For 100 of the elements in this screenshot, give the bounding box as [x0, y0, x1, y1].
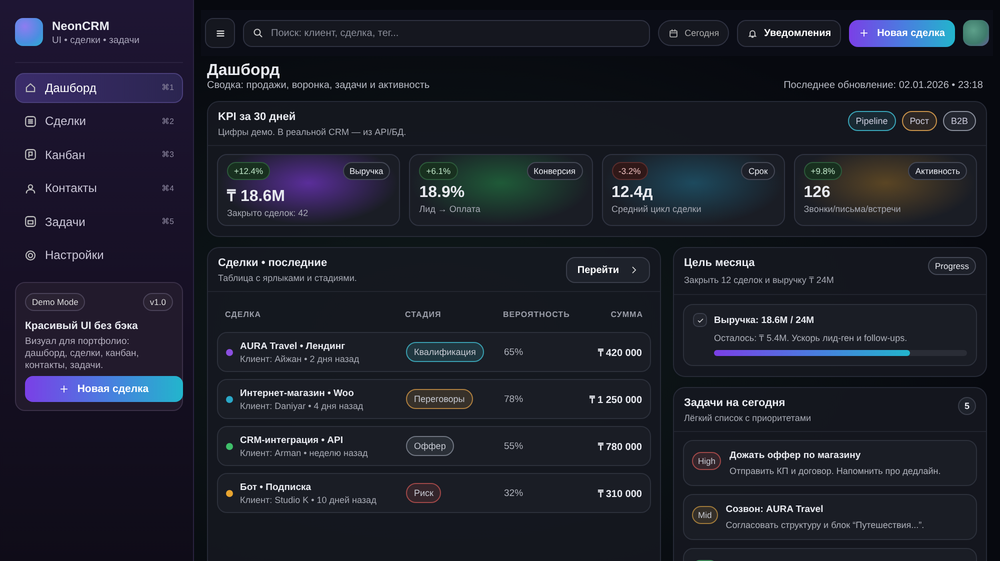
kpi-value: 126 — [804, 184, 832, 202]
deal-client: Клиент: Айжан • 2 дня назад — [240, 354, 360, 364]
filter-tag[interactable]: Pipeline — [848, 111, 896, 131]
metric-tag: Срок — [741, 162, 775, 180]
notifications-button[interactable]: Уведомления — [737, 20, 842, 46]
delta-badge: +12.4% — [227, 162, 270, 180]
deal-amount: ₸ 310 000 — [597, 488, 642, 500]
shortcut-hint: ⌘1 — [162, 83, 174, 92]
kpi-value: 12.4д — [612, 184, 654, 202]
panel-subtitle: Лёгкий список с приоритетами — [684, 413, 812, 423]
stage-tag: Оффер — [406, 436, 454, 456]
probability: 78% — [504, 394, 524, 404]
deal-row[interactable]: CRM-интеграция • API Клиент: Arman • неделю назад Оффер 55% ₸ 780 000 — [217, 426, 651, 466]
probability: 32% — [504, 488, 524, 498]
priority-tag: Mid — [692, 506, 718, 524]
brand-name: NeonCRM — [52, 18, 110, 32]
nav-item[interactable]: Сделки ⌘2 — [15, 106, 183, 136]
mode-badge: Demo Mode — [25, 293, 86, 311]
settings-icon — [24, 248, 37, 262]
plus-icon — [859, 28, 870, 38]
probability: 65% — [504, 346, 524, 358]
panel-subtitle: Цифры демо. В реальной CRM — из API/БД. — [218, 127, 406, 137]
goal-text: Осталось: ₸ 5.4M. Ускорь лид-ген и follow-ups. — [714, 332, 908, 344]
panel-subtitle: Таблица с ярлыками и стадиями. — [218, 273, 357, 283]
task-text: Согласовать структуру и блок “Путешествия...”. — [726, 520, 924, 530]
metric-tag: Активность — [908, 162, 967, 180]
kpi-value: ₸ 18.6M — [227, 187, 286, 206]
column-header: СУММА — [610, 310, 643, 319]
nav-item[interactable]: Контакты ⌘4 — [15, 174, 183, 203]
deal-row[interactable]: Бот • Подписка Клиент: Studio K • 10 дней назад Риск 32% ₸ 310 000 — [217, 473, 651, 513]
delta-badge: +9.8% — [804, 162, 842, 180]
logo-icon — [15, 18, 43, 46]
deal-row[interactable]: AURA Travel • Лендинг Клиент: Айжан • 2 дня назад Квалификация 65% ₸ 420 000 — [217, 332, 651, 372]
nav-item[interactable]: Настройки — [15, 240, 183, 270]
deal-client: Клиент: Studio K • 10 дней назад — [240, 494, 376, 504]
kpi-caption: Средний цикл сделки — [612, 204, 702, 214]
task-title: Созвон: AURA Travel — [726, 504, 824, 515]
kpi-value: 18.9% — [419, 184, 466, 202]
promo-text: Визуал для портфолио: дашборд, сделки, канбан, контакты, задачи. — [25, 336, 140, 372]
metric-tag: Конверсия — [526, 162, 582, 180]
task-icon — [24, 215, 37, 228]
deal-row[interactable]: Интернет-магазин • Woo Клиент: Daniyar • 4 дня назад Переговоры 78% ₸ 1 250 000 — [217, 379, 651, 419]
panel-subtitle: Закрыть 12 сделок и выручку ₸ 24M — [684, 274, 834, 286]
column-header: СДЕЛКА — [225, 310, 262, 319]
deal-amount: ₸ 420 000 — [597, 347, 642, 359]
priority-tag: High — [692, 452, 722, 470]
filter-tag[interactable]: Рост — [902, 111, 937, 131]
new-deal-button[interactable]: Новая сделка — [25, 376, 183, 402]
panel-title: Цель месяца — [684, 257, 756, 269]
task-card[interactable]: High Дожать оффер по магазину Отправить КП и договор. Напомнить про дедлайн. — [683, 440, 977, 486]
deal-client: Клиент: Arman • неделю назад — [240, 448, 368, 458]
probability: 55% — [504, 440, 524, 452]
progress-tag: Progress — [928, 257, 976, 275]
board-icon — [24, 148, 37, 162]
new-deal-button[interactable]: Новая сделка — [849, 20, 955, 46]
task-text: Отправить КП и договор. Напомнить про дедлайн. — [729, 466, 941, 476]
deal-name: CRM-интеграция • API — [240, 434, 344, 446]
column-header: СТАДИЯ — [405, 310, 442, 319]
search-icon — [252, 27, 264, 39]
search-field[interactable]: Поиск: клиент, сделка, тег... — [243, 20, 650, 46]
promo-title: Красивый UI без бэка — [25, 320, 139, 332]
delta-badge: +6.1% — [419, 162, 458, 180]
deal-name: Бот • Подписка — [240, 482, 312, 492]
version-badge: v1.0 — [142, 293, 173, 311]
deal-amount: ₸ 1 250 000 — [588, 394, 642, 406]
plus-icon — [59, 384, 70, 394]
deal-name: Интернет-магазин • Woo — [240, 388, 355, 398]
stage-tag: Риск — [406, 483, 442, 503]
nav-item[interactable]: Канбан ⌘3 — [15, 140, 183, 170]
nav-item[interactable]: Задачи ⌘5 — [15, 207, 183, 236]
page-subtitle: Сводка: продажи, воронка, задачи и активность — [207, 80, 430, 91]
avatar[interactable] — [963, 20, 989, 46]
metric-tag: Выручка — [342, 162, 390, 180]
filter-tag[interactable]: B2B — [942, 111, 976, 131]
kpi-caption: Лид → Оплата — [419, 204, 482, 214]
kpi-caption: Закрыто сделок: 42 — [227, 208, 310, 218]
column-header: ВЕРОЯТНОСТЬ — [503, 310, 571, 319]
task-card[interactable]: Mid Созвон: AURA Travel Согласовать структуру и блок “Путешествия...”. — [683, 494, 977, 540]
menu-button[interactable] — [205, 18, 235, 48]
shortcut-hint: ⌘5 — [162, 217, 174, 226]
list-icon — [24, 114, 37, 128]
home-icon — [24, 81, 37, 94]
deal-amount: ₸ 780 000 — [597, 441, 642, 453]
count-badge: 5 — [958, 397, 976, 415]
task-title: Дожать оффер по магазину — [729, 450, 862, 461]
panel-title: KPI за 30 дней — [218, 111, 297, 123]
checkbox[interactable] — [693, 313, 707, 327]
nav-item[interactable]: Дашборд ⌘1 — [15, 73, 183, 102]
deal-client: Клиент: Daniyar • 4 дня назад — [240, 400, 364, 410]
goal-title: Выручка: 18.6M / 24M — [714, 315, 816, 326]
user-icon — [24, 182, 37, 195]
shortcut-hint: ⌘4 — [162, 184, 174, 193]
stage-tag: Переговоры — [406, 389, 473, 409]
stage-tag: Квалификация — [406, 342, 484, 362]
bell-icon — [747, 28, 758, 38]
kpi-caption: Звонки/письма/встречи — [804, 204, 902, 214]
date-button[interactable]: Сегодня — [658, 20, 730, 46]
go-button[interactable]: Перейти — [566, 257, 650, 283]
calendar-icon — [668, 28, 679, 38]
delta-badge: -3.2% — [612, 162, 648, 180]
